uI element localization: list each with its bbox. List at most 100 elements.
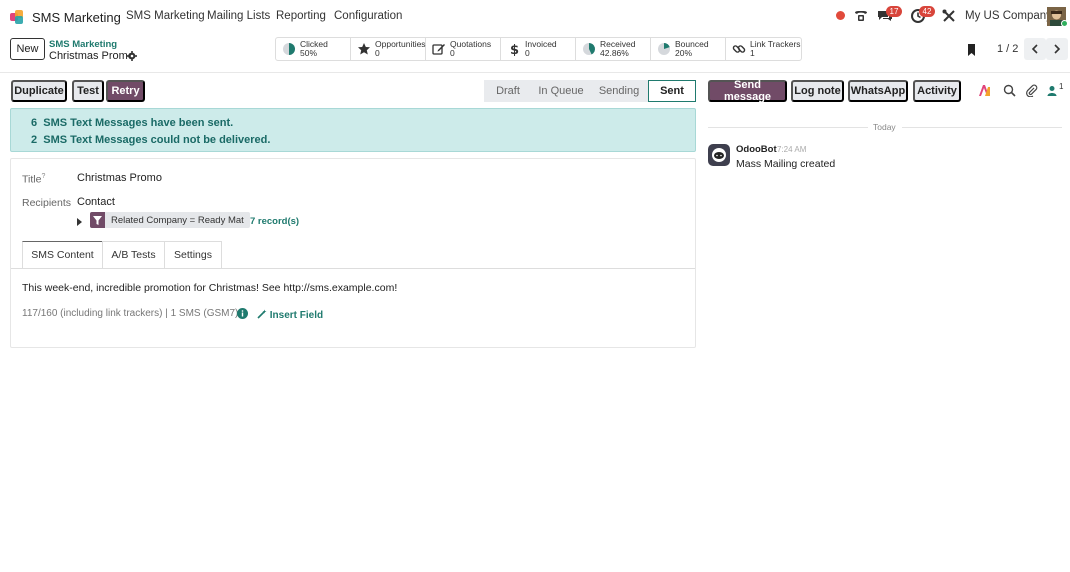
retry-button[interactable]: Retry bbox=[106, 80, 145, 102]
insert-field-button[interactable]: Insert Field bbox=[257, 309, 323, 321]
stat-received[interactable]: Received 42.86% bbox=[576, 38, 651, 60]
pager-value[interactable]: 1 / 2 bbox=[997, 43, 1018, 55]
chevron-right-icon bbox=[1054, 44, 1061, 54]
stage-in-queue[interactable]: In Queue bbox=[532, 80, 590, 102]
company-switcher[interactable]: My US Company bbox=[965, 10, 1052, 22]
records-link[interactable]: 7 record(s) bbox=[250, 216, 299, 227]
menu-mailing-lists[interactable]: Mailing Lists bbox=[207, 10, 270, 22]
date-separator-label: Today bbox=[873, 122, 896, 132]
followers-count: 1 bbox=[1059, 82, 1064, 91]
sms-character-count: 117/160 (including link trackers) | 1 SM… bbox=[22, 308, 239, 319]
alert-sent-line: 6 SMS Text Messages have been sent. bbox=[31, 117, 233, 129]
alert-failed-line: 2 SMS Text Messages could not be deliver… bbox=[31, 134, 270, 146]
stat-value: 0 bbox=[450, 48, 455, 58]
stage-sent[interactable]: Sent bbox=[648, 80, 696, 102]
menu-sms-marketing[interactable]: SMS Marketing bbox=[126, 10, 205, 22]
title-label-text: Title bbox=[22, 173, 42, 186]
stat-bounced[interactable]: Bounced 20% bbox=[651, 38, 726, 60]
pager-previous-button[interactable] bbox=[1024, 38, 1046, 60]
robot-icon bbox=[712, 148, 726, 162]
menu-reporting[interactable]: Reporting bbox=[276, 10, 326, 22]
stat-clicked[interactable]: Clicked 50% bbox=[276, 38, 351, 60]
app-name[interactable]: SMS Marketing bbox=[32, 10, 121, 25]
stage-sending[interactable]: Sending bbox=[590, 80, 648, 102]
messages-badge: 17 bbox=[886, 6, 902, 17]
failed-count: 2 bbox=[31, 134, 38, 146]
pie-icon bbox=[583, 42, 596, 55]
info-icon[interactable] bbox=[237, 308, 248, 319]
sms-body-field[interactable]: This week-end, incredible promotion for … bbox=[22, 282, 397, 294]
magic-wand-icon bbox=[257, 309, 267, 319]
menu-configuration[interactable]: Configuration bbox=[334, 10, 402, 22]
caret-right-icon[interactable] bbox=[77, 218, 82, 226]
stat-label: Quotations bbox=[450, 39, 492, 49]
phone-icon[interactable] bbox=[853, 8, 869, 24]
pencil-square-icon bbox=[432, 44, 445, 55]
whatsapp-button[interactable]: WhatsApp bbox=[848, 80, 908, 102]
pie-small-icon bbox=[658, 43, 670, 55]
debug-tools-icon[interactable] bbox=[941, 8, 957, 24]
tab-ab-tests[interactable]: A/B Tests bbox=[102, 241, 165, 268]
gear-icon[interactable] bbox=[127, 51, 137, 61]
ai-assistant-icon[interactable] bbox=[978, 84, 991, 97]
stat-opportunities[interactable]: Opportunities 0 bbox=[351, 38, 426, 60]
dollar-icon: $ bbox=[510, 43, 519, 56]
tab-sms-content[interactable]: SMS Content bbox=[22, 241, 103, 268]
new-button[interactable]: New bbox=[10, 38, 45, 60]
stage-draft[interactable]: Draft bbox=[484, 80, 532, 102]
failed-text: SMS Text Messages could not be delivered… bbox=[43, 134, 271, 146]
top-navbar: SMS Marketing SMS Marketing Mailing List… bbox=[0, 0, 1070, 33]
recipients-label: Recipients bbox=[22, 197, 72, 209]
stat-link-trackers[interactable]: Link Trackers 1 bbox=[726, 38, 801, 60]
star-icon bbox=[358, 43, 370, 55]
title-field[interactable]: Christmas Promo bbox=[77, 172, 162, 184]
date-separator-left bbox=[708, 127, 868, 128]
tab-settings[interactable]: Settings bbox=[164, 241, 222, 268]
paperclip-icon[interactable] bbox=[1025, 84, 1038, 97]
activities-badge: 42 bbox=[919, 6, 935, 17]
filter-icon-box bbox=[90, 212, 105, 228]
online-status-icon bbox=[1061, 20, 1068, 27]
pie-half-icon bbox=[283, 43, 295, 55]
filter-icon bbox=[93, 215, 102, 225]
status-bar: Draft In Queue Sending Sent bbox=[484, 80, 696, 102]
breadcrumb-current: Christmas Promo bbox=[49, 50, 134, 62]
followers-icon[interactable] bbox=[1046, 84, 1059, 97]
stat-value: 50% bbox=[300, 48, 318, 58]
log-note-button[interactable]: Log note bbox=[791, 80, 844, 102]
title-label: Title? bbox=[22, 173, 45, 186]
stat-invoiced[interactable]: $ Invoiced 0 bbox=[501, 38, 576, 60]
stat-quotations[interactable]: Quotations 0 bbox=[426, 38, 501, 60]
filter-text: Related Company = Ready Mat bbox=[111, 214, 244, 226]
chevron-left-icon bbox=[1031, 44, 1038, 54]
sms-status-alert: 6 SMS Text Messages have been sent. 2 SM… bbox=[10, 108, 696, 152]
activity-button[interactable]: Activity bbox=[913, 80, 961, 102]
stat-value: 42.86% bbox=[600, 48, 629, 58]
stat-label: Link Trackers bbox=[750, 39, 801, 49]
send-message-button[interactable]: Send message bbox=[708, 79, 787, 103]
message-body: Mass Mailing created bbox=[736, 158, 836, 170]
sent-count: 6 bbox=[31, 117, 38, 129]
stat-value: 0 bbox=[375, 48, 380, 58]
stat-value: 1 bbox=[750, 48, 755, 58]
insert-field-label: Insert Field bbox=[269, 310, 324, 321]
recording-indicator-icon[interactable] bbox=[836, 11, 845, 20]
link-icon bbox=[732, 45, 746, 53]
duplicate-button[interactable]: Duplicate bbox=[11, 80, 67, 102]
header-divider bbox=[0, 72, 1070, 73]
breadcrumb-parent[interactable]: SMS Marketing bbox=[49, 39, 117, 50]
notebook-tabs: SMS Content A/B Tests Settings bbox=[22, 241, 222, 268]
bookmark-icon[interactable] bbox=[967, 44, 976, 56]
sent-text: SMS Text Messages have been sent. bbox=[43, 117, 234, 129]
form-sheet: Title? Christmas Promo Recipients Contac… bbox=[10, 158, 696, 348]
test-button[interactable]: Test bbox=[72, 80, 104, 102]
recipients-field[interactable]: Contact bbox=[77, 196, 115, 208]
search-icon[interactable] bbox=[1003, 84, 1016, 97]
message-author[interactable]: OdooBot bbox=[736, 144, 777, 155]
title-help-icon[interactable]: ? bbox=[41, 173, 45, 180]
odoobot-avatar[interactable] bbox=[708, 144, 730, 166]
sms-marketing-logo-icon[interactable] bbox=[9, 9, 25, 25]
pager-next-button[interactable] bbox=[1046, 38, 1068, 60]
stat-value: 0 bbox=[525, 48, 530, 58]
domain-filter-chip[interactable]: Related Company = Ready Mat bbox=[90, 212, 250, 228]
